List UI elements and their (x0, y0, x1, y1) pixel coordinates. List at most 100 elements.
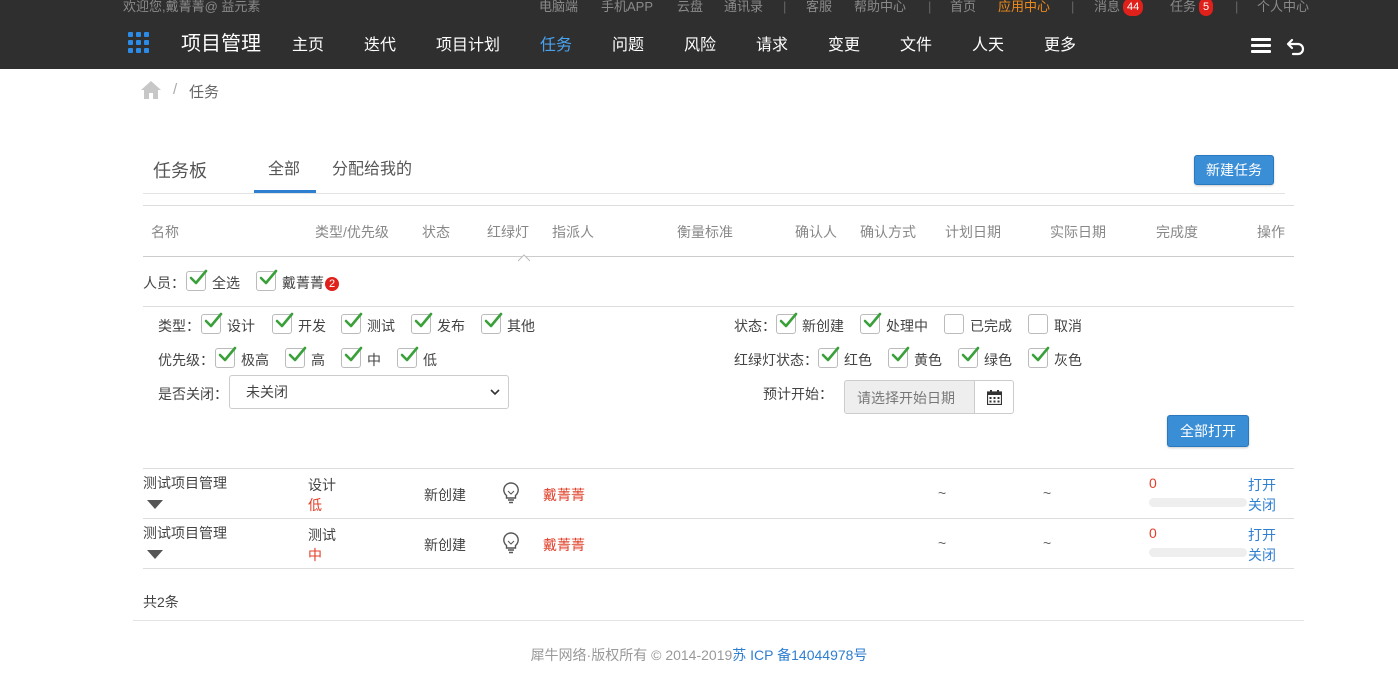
checkbox-priority[interactable] (397, 346, 419, 368)
task-status: 新创建 (424, 487, 466, 503)
column-header-traffic-light[interactable]: 红绿灯 (487, 222, 529, 242)
checkbox-type[interactable] (341, 312, 363, 334)
breadcrumb-separator: / (173, 81, 178, 98)
nav-item-tasks[interactable]: 任务 (540, 35, 572, 57)
column-header-type-priority[interactable]: 类型/优先级 (315, 222, 389, 242)
traffic-light-filter-label: 红绿灯状态： (734, 352, 818, 368)
nav-item-risks[interactable]: 风险 (684, 35, 716, 57)
chevron-down-icon (490, 389, 500, 396)
task-name[interactable]: 测试项目管理 (143, 473, 227, 493)
closed-status-select[interactable]: 未关闭 (229, 375, 509, 409)
back-arrow-icon[interactable] (1286, 36, 1306, 56)
link-help-center[interactable]: 帮助中心 (854, 0, 906, 16)
checkbox-label: 开发 (298, 318, 326, 334)
column-header-assignee[interactable]: 指派人 (552, 222, 594, 242)
link-cloud-drive[interactable]: 云盘 (677, 0, 703, 16)
tab-all[interactable]: 全部 (268, 155, 300, 179)
row-divider (143, 518, 1294, 519)
checkbox-status[interactable] (776, 312, 798, 334)
link-desktop[interactable]: 电脑端 (539, 0, 578, 16)
tasks-link[interactable]: 任务 5 (1170, 0, 1214, 16)
checkbox-select-all[interactable] (186, 269, 208, 291)
task-actual-date: ~ (1043, 535, 1052, 551)
new-task-button[interactable]: 新建任务 (1194, 155, 1274, 185)
home-icon[interactable] (141, 80, 161, 100)
lightbulb-icon (503, 482, 519, 504)
checkbox-priority[interactable] (215, 346, 237, 368)
checkbox-light[interactable] (958, 346, 980, 368)
nav-item-more[interactable]: 更多 (1044, 35, 1076, 57)
checkbox-label: 取消 (1054, 318, 1082, 334)
nav-item-iteration[interactable]: 迭代 (364, 35, 396, 57)
nav-item-project-plan[interactable]: 项目计划 (436, 35, 500, 57)
checkbox-label: 绿色 (984, 352, 1012, 368)
filter-divider (143, 306, 1294, 307)
link-personal-center[interactable]: 个人中心 (1257, 0, 1309, 16)
checkbox-light[interactable] (818, 346, 840, 368)
column-header-status[interactable]: 状态 (422, 222, 450, 242)
task-name[interactable]: 测试项目管理 (143, 523, 227, 543)
task-type: 测试 (308, 527, 336, 543)
link-mobile-app[interactable]: 手机APP (601, 0, 653, 16)
checkbox-person[interactable] (256, 269, 278, 291)
column-header-confirmer[interactable]: 确认人 (795, 222, 837, 242)
checkbox-status[interactable] (1028, 314, 1048, 334)
tab-assigned-to-me[interactable]: 分配给我的 (332, 155, 412, 179)
column-header-name[interactable]: 名称 (151, 222, 179, 242)
nav-item-home[interactable]: 主页 (292, 35, 324, 57)
nav-item-files[interactable]: 文件 (900, 35, 932, 57)
copyright-text: 犀牛网络·版权所有 © 2014-2019 (530, 647, 733, 663)
checkbox-light[interactable] (1028, 346, 1050, 368)
checkbox-label: 黄色 (914, 352, 942, 368)
link-contacts[interactable]: 通讯录 (724, 0, 763, 16)
hamburger-menu-icon[interactable] (1251, 38, 1271, 54)
tabs-divider (143, 193, 1285, 194)
checkbox-label: 低 (423, 352, 437, 368)
checkbox-status[interactable] (944, 314, 964, 334)
checkbox-type[interactable] (411, 312, 433, 334)
messages-label: 消息 (1094, 0, 1121, 14)
apps-grid-icon[interactable] (128, 32, 150, 54)
nav-item-requests[interactable]: 请求 (756, 35, 788, 57)
checkbox-label: 极高 (241, 352, 269, 368)
checkbox-type[interactable] (272, 312, 294, 334)
open-task-link[interactable]: 打开 (1248, 525, 1276, 545)
utility-bar: 欢迎您,戴菁菁@ 益元素 电脑端 手机APP 云盘 通讯录 | 客服 帮助中心 … (0, 0, 1398, 16)
checkbox-type[interactable] (201, 312, 223, 334)
calendar-button[interactable] (974, 380, 1014, 414)
column-header-criteria[interactable]: 衡量标准 (677, 222, 733, 242)
nav-item-changes[interactable]: 变更 (828, 35, 860, 57)
row-divider (143, 468, 1294, 469)
caret-up-icon[interactable] (518, 250, 530, 262)
messages-link[interactable]: 消息 44 (1094, 0, 1144, 16)
expand-all-button[interactable]: 全部打开 (1167, 415, 1249, 447)
checkbox-priority[interactable] (341, 346, 363, 368)
close-task-link[interactable]: 关闭 (1248, 545, 1276, 565)
link-home[interactable]: 首页 (950, 0, 976, 16)
expand-row-icon[interactable] (147, 500, 163, 510)
priority-filter-label: 优先级： (158, 352, 214, 368)
column-header-confirm-method[interactable]: 确认方式 (860, 222, 916, 242)
nav-item-issues[interactable]: 问题 (612, 35, 644, 57)
open-task-link[interactable]: 打开 (1248, 475, 1276, 495)
tasks-label: 任务 (1170, 0, 1197, 14)
nav-item-person-days[interactable]: 人天 (972, 35, 1004, 57)
checkbox-priority[interactable] (285, 346, 307, 368)
column-header-plan-date[interactable]: 计划日期 (945, 222, 1001, 242)
task-assignee: 戴菁菁 (543, 537, 585, 553)
task-plan-date: ~ (938, 485, 947, 501)
closed-filter-label: 是否关闭： (158, 386, 228, 402)
icp-link[interactable]: 苏 ICP 备14044978号 (732, 647, 867, 663)
checkbox-label: 已完成 (970, 318, 1012, 334)
column-header-actual-date[interactable]: 实际日期 (1050, 222, 1106, 242)
expand-row-icon[interactable] (147, 550, 163, 560)
checkbox-type[interactable] (481, 312, 503, 334)
column-header-completion[interactable]: 完成度 (1156, 222, 1198, 242)
link-app-center[interactable]: 应用中心 (998, 0, 1050, 16)
divider: | (1235, 0, 1239, 14)
start-date-input[interactable]: 请选择开始日期 (844, 380, 975, 414)
close-task-link[interactable]: 关闭 (1248, 495, 1276, 515)
checkbox-light[interactable] (888, 346, 910, 368)
link-customer-service[interactable]: 客服 (806, 0, 832, 16)
checkbox-status[interactable] (860, 312, 882, 334)
